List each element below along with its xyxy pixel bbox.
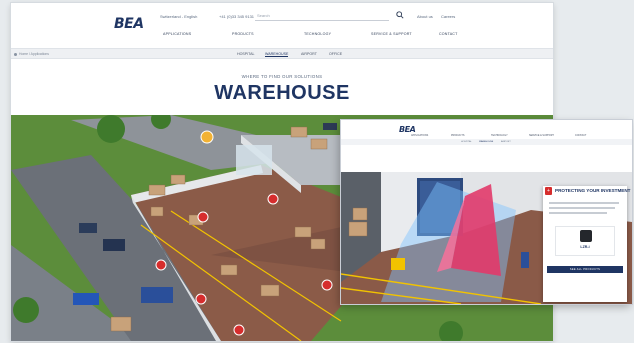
home-icon[interactable] <box>14 53 17 56</box>
header-link-about[interactable]: About us <box>417 14 433 19</box>
panel-title: PROTECTING YOUR INVESTMENT <box>555 188 631 193</box>
search-placeholder: Search <box>257 13 270 18</box>
search-input[interactable]: Search <box>255 12 389 21</box>
info-panel: + PROTECTING YOUR INVESTMENT LZR-i See a… <box>543 186 631 302</box>
tab-airport[interactable]: Airport <box>301 52 317 56</box>
bea-logo[interactable]: BEA <box>114 16 144 32</box>
panel-text-line <box>549 212 607 214</box>
product-image <box>580 230 592 242</box>
overlay-nav-contact[interactable]: Contact <box>575 134 586 137</box>
overlay-nav-products[interactable]: Products <box>451 134 464 137</box>
panel-header: + PROTECTING YOUR INVESTMENT <box>543 186 631 196</box>
overlay-nav-service[interactable]: Service & Support <box>529 134 554 137</box>
nav-applications[interactable]: Applications <box>163 32 191 36</box>
nav-service-support[interactable]: Service & Support <box>371 32 412 36</box>
site-header: BEA Switzerland - English +41 (0)33 345 … <box>11 3 553 47</box>
panel-text-line <box>549 207 615 209</box>
detail-screenshot: BEA Applications Products Technology Ser… <box>341 120 632 304</box>
phone-number[interactable]: +41 (0)33 345 9131 <box>219 14 254 19</box>
panel-text-line <box>549 202 619 204</box>
page-title: WAREHOUSE <box>214 82 350 104</box>
overlay-subnav: Hospital Warehouse Airport <box>341 139 632 145</box>
nav-contact[interactable]: Contact <box>439 32 458 36</box>
product-code: LZR-i <box>580 245 590 249</box>
product-card[interactable]: LZR-i <box>555 226 615 256</box>
overlay-tab-airport[interactable]: Airport <box>501 141 511 143</box>
breadcrumb[interactable]: Home / Applications <box>19 52 49 56</box>
bea-logo-small[interactable]: BEA <box>399 125 416 134</box>
overlay-tab-hospital[interactable]: Hospital <box>461 141 472 143</box>
header-link-careers[interactable]: Careers <box>441 14 455 19</box>
hero-kicker: Where to find our solutions <box>241 74 323 79</box>
nav-technology[interactable]: Technology <box>304 32 331 36</box>
language-selector[interactable]: Switzerland - English <box>160 14 197 19</box>
nav-products[interactable]: Products <box>232 32 254 36</box>
shield-icon: + <box>545 187 552 195</box>
tab-hospital[interactable]: Hospital <box>237 52 255 56</box>
overlay-nav-technology[interactable]: Technology <box>491 134 508 137</box>
tab-office[interactable]: Office <box>329 52 342 56</box>
see-all-products-button[interactable]: See all products <box>547 266 623 273</box>
search-icon[interactable] <box>396 11 404 19</box>
overlay-tab-warehouse[interactable]: Warehouse <box>479 141 493 143</box>
tab-warehouse[interactable]: Warehouse <box>265 52 289 57</box>
subnav-bar: Home / Applications Hospital Warehouse A… <box>11 48 553 59</box>
overlay-nav-applications[interactable]: Applications <box>411 134 428 137</box>
